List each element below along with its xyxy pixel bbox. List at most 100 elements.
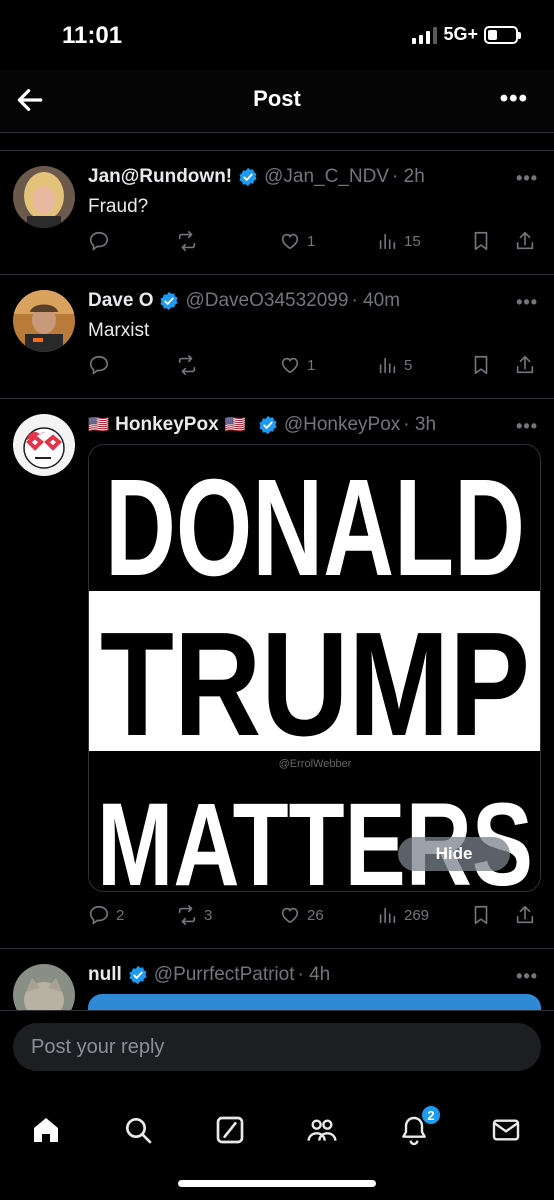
watermark: @ErrolWebber — [279, 758, 352, 770]
reply-button[interactable] — [88, 354, 116, 376]
nav-search[interactable] — [118, 1110, 158, 1150]
post-header: null @PurrfectPatriot · 4h — [88, 964, 494, 986]
like-count: 1 — [307, 356, 316, 374]
signal-icon — [412, 26, 438, 44]
grok-icon — [216, 1116, 244, 1144]
nav-communities[interactable] — [302, 1110, 342, 1150]
display-name[interactable]: Dave O — [88, 290, 153, 312]
user-handle[interactable]: @DaveO34532099 — [185, 290, 348, 312]
notification-badge: 2 — [420, 1104, 442, 1126]
post-actions: 1 5 — [88, 354, 542, 380]
post-header: 🇺🇸 HonkeyPox 🇺🇸 @HonkeyPox · 3h — [88, 414, 494, 436]
share-button[interactable] — [514, 904, 536, 926]
status-time: 11:01 — [62, 22, 123, 49]
views-icon — [379, 907, 396, 924]
post-time: · 4h — [297, 964, 331, 985]
post-time: · 40m — [351, 290, 401, 311]
verified-badge-icon — [160, 291, 179, 311]
network-label: 5G+ — [443, 24, 478, 44]
repost-icon — [178, 905, 196, 925]
reply-button[interactable]: 2 — [88, 904, 124, 926]
bookmark-button[interactable] — [470, 354, 492, 376]
verified-badge-icon — [129, 965, 147, 985]
repost-icon — [178, 231, 196, 251]
share-icon — [516, 905, 534, 924]
post-actions: 1 15 — [88, 230, 542, 256]
search-icon — [126, 1118, 152, 1144]
verified-badge-icon — [239, 167, 257, 187]
like-count: 26 — [307, 906, 324, 924]
reply-post[interactable]: Dave O @DaveO34532099 · 40m ••• Marxist … — [0, 274, 554, 398]
display-name[interactable]: null — [88, 964, 122, 986]
post-header: Jan@Rundown! @Jan_C_NDV · 2h — [88, 166, 494, 188]
post-more-button[interactable]: ••• — [516, 966, 538, 987]
more-options-button[interactable]: ••• — [500, 87, 528, 111]
views-button[interactable]: 269 — [376, 904, 429, 926]
post-time: · 2h — [392, 166, 425, 187]
comment-icon — [89, 355, 109, 375]
like-button[interactable]: 1 — [279, 230, 315, 252]
bookmark-icon — [474, 905, 488, 925]
comment-icon — [89, 231, 109, 251]
share-button[interactable] — [514, 354, 536, 376]
user-handle[interactable]: @HonkeyPox — [284, 414, 400, 436]
post-more-button[interactable]: ••• — [516, 168, 538, 189]
flag-icon: 🇺🇸 — [224, 415, 246, 434]
user-handle[interactable]: @Jan_C_NDV — [264, 166, 389, 188]
post-actions: 2 3 26 269 — [88, 904, 542, 930]
communities-icon — [307, 1119, 337, 1141]
post-header: Dave O @DaveO34532099 · 40m — [88, 290, 494, 312]
repost-button[interactable] — [176, 230, 204, 252]
avatar[interactable] — [13, 414, 75, 476]
bookmark-button[interactable] — [470, 230, 492, 252]
reply-count: 2 — [116, 906, 125, 924]
mail-icon — [492, 1119, 520, 1141]
nav-messages[interactable] — [486, 1110, 526, 1150]
top-bar: Post ••• — [0, 70, 554, 132]
bookmark-icon — [474, 231, 488, 251]
share-icon — [516, 231, 534, 250]
post-media-image[interactable]: DONALD TRUMP @ErrolWebber MATTERS Hide — [88, 444, 541, 892]
views-button[interactable]: 5 — [376, 354, 412, 376]
meme-line-1: DONALD — [105, 451, 525, 605]
status-bar: 11:01 5G+ — [0, 0, 554, 70]
like-button[interactable]: 26 — [279, 904, 324, 926]
repost-button[interactable] — [176, 354, 204, 376]
display-name[interactable]: Jan@Rundown! — [88, 166, 232, 188]
share-button[interactable] — [514, 230, 536, 252]
bookmark-button[interactable] — [470, 904, 492, 926]
verified-badge-icon — [259, 415, 277, 435]
reply-input[interactable] — [13, 1023, 541, 1071]
meme-line-3: MATTERS — [97, 779, 533, 892]
display-name[interactable]: HonkeyPox — [115, 414, 218, 436]
views-icon — [379, 233, 396, 250]
repost-button[interactable]: 3 — [176, 904, 212, 926]
hide-media-button[interactable]: Hide — [398, 837, 510, 871]
flag-icon: 🇺🇸 — [88, 415, 110, 434]
views-button[interactable]: 15 — [376, 230, 421, 252]
avatar[interactable] — [13, 290, 75, 352]
user-handle[interactable]: @PurrfectPatriot — [154, 964, 295, 986]
reply-button[interactable] — [88, 230, 116, 252]
like-button[interactable]: 1 — [279, 354, 315, 376]
avatar[interactable] — [13, 964, 75, 1010]
home-icon — [34, 1118, 58, 1142]
view-count: 5 — [404, 356, 413, 374]
nav-notifications[interactable]: 2 — [394, 1104, 442, 1150]
home-indicator — [178, 1180, 376, 1187]
reply-post[interactable]: Jan@Rundown! @Jan_C_NDV · 2h ••• Fraud? … — [0, 150, 554, 274]
battery-icon — [484, 25, 521, 44]
post-more-button[interactable]: ••• — [516, 416, 538, 437]
repost-count: 3 — [204, 906, 213, 924]
view-count: 15 — [404, 232, 421, 250]
nav-grok[interactable] — [210, 1110, 250, 1150]
nav-home[interactable] — [26, 1110, 66, 1150]
heart-icon — [281, 907, 299, 924]
repost-icon — [178, 355, 196, 375]
status-indicators: 5G+ — [412, 24, 521, 45]
divider — [0, 132, 554, 133]
comment-icon — [89, 905, 109, 925]
post-time: · 3h — [403, 414, 437, 435]
post-more-button[interactable]: ••• — [516, 292, 538, 313]
avatar[interactable] — [13, 166, 75, 228]
